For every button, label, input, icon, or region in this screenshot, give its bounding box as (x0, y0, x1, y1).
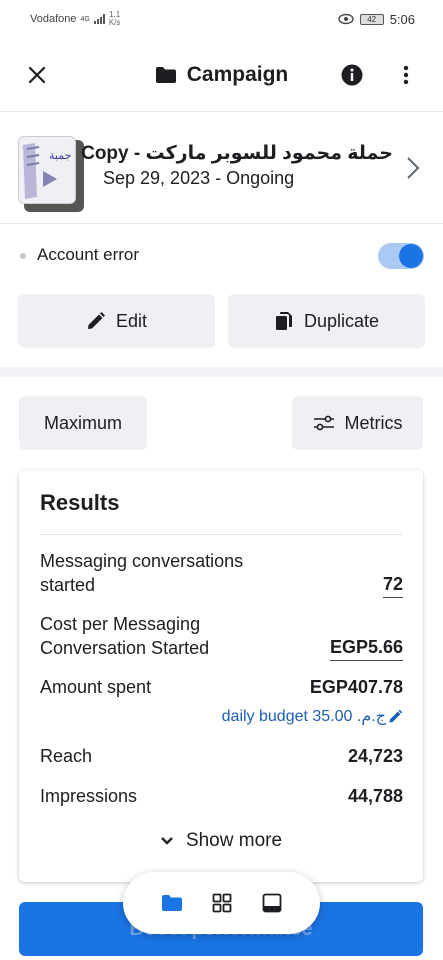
pencil-icon (389, 709, 403, 722)
eye-icon (337, 13, 354, 25)
edit-button[interactable]: Edit (18, 294, 215, 348)
thumbnail-text: ج‍م‍ب‍ة (49, 149, 71, 162)
duplicate-icon (275, 312, 292, 330)
grid-icon[interactable] (210, 891, 234, 915)
daily-budget-link[interactable]: daily budget ج.م.‏ 35.00 (222, 706, 403, 726)
campaign-meta: Sep 29, 2023 - Ongoing (103, 168, 294, 189)
metric-value-impressions: 44,788 (347, 786, 403, 806)
campaign-date: Sep 29, 2023 - (103, 168, 222, 188)
edit-label: Edit (115, 310, 148, 331)
info-icon[interactable] (340, 63, 364, 87)
page-title: Campaign (0, 38, 443, 112)
results-title: Results (40, 490, 120, 515)
date-range-button[interactable]: Maximum (19, 396, 147, 450)
metric-label-line: Conversation Started (40, 638, 210, 658)
show-more-label: Show more (185, 830, 283, 851)
section-divider (0, 367, 443, 377)
more-vertical-icon[interactable] (395, 63, 417, 87)
battery-icon: 42 (359, 13, 384, 25)
metric-label-line: Messaging conversations (40, 551, 244, 571)
daily-budget-text: daily budget ج.م.‏ 35.00 (221, 708, 386, 725)
chevron-right-icon[interactable] (403, 155, 423, 181)
campaign-toggle[interactable] (378, 243, 424, 269)
pencil-icon (87, 312, 105, 329)
duplicate-button[interactable]: Duplicate (228, 294, 425, 348)
network-type: 4G (80, 15, 90, 23)
toggle-knob (399, 244, 423, 268)
metric-value-cost-per[interactable]: EGP5.66 (329, 637, 403, 661)
status-left: Vodafone 4G 1.1 K/s (30, 11, 120, 27)
net-speed-unit: K/s (108, 18, 121, 27)
metric-label-messaging: Messaging conversations started (40, 549, 243, 597)
metrics-label: Metrics (344, 412, 403, 433)
date-range-label: Maximum (43, 412, 122, 433)
net-speed: 1.1 K/s (109, 11, 121, 27)
chevron-down-icon (161, 837, 173, 845)
results-card: Results Messaging conversations started … (19, 470, 423, 882)
folder-icon (155, 67, 176, 83)
carrier-name: Vodafone (30, 13, 77, 25)
folder-icon[interactable] (160, 891, 184, 915)
sliders-icon (313, 415, 334, 431)
status-bar: Vodafone 4G 1.1 K/s 42 5:06 (0, 0, 443, 38)
account-status-dot (20, 253, 26, 259)
ad-preview-icon[interactable] (260, 891, 284, 915)
account-error-label: Account error (37, 245, 140, 264)
header-bar: Campaign (0, 38, 443, 112)
metric-label-reach: Reach (40, 746, 93, 766)
metric-label-amount-spent: Amount spent (40, 677, 152, 697)
metric-label-line: started (40, 575, 96, 595)
campaign-status: Ongoing (226, 168, 295, 188)
metric-label-line: Cost per Messaging (40, 614, 201, 634)
signal-icon (93, 14, 105, 24)
show-more-button[interactable]: Show more (19, 830, 423, 852)
metric-value-messaging[interactable]: 72 (382, 574, 403, 598)
metric-label-impressions: Impressions (40, 786, 138, 806)
results-divider (40, 534, 402, 535)
metric-value-amount-spent: EGP407.78 (309, 677, 403, 697)
campaign-name: حملة محمود للسوبر ماركت - Copy (81, 143, 393, 164)
campaign-thumbnail: ج‍م‍ب‍ة (18, 136, 84, 212)
metrics-button[interactable]: Metrics (292, 396, 423, 450)
clock: 5:06 (389, 11, 415, 27)
status-right: 42 5:06 (337, 11, 415, 27)
thumbnail-image: ج‍م‍ب‍ة (19, 137, 75, 203)
duplicate-label: Duplicate (303, 310, 380, 331)
metric-value-reach: 24,723 (347, 746, 403, 766)
floating-view-switcher (123, 872, 320, 934)
metric-label-cost-per: Cost per Messaging Conversation Started (40, 612, 209, 660)
page-title-text: Campaign (186, 63, 289, 86)
